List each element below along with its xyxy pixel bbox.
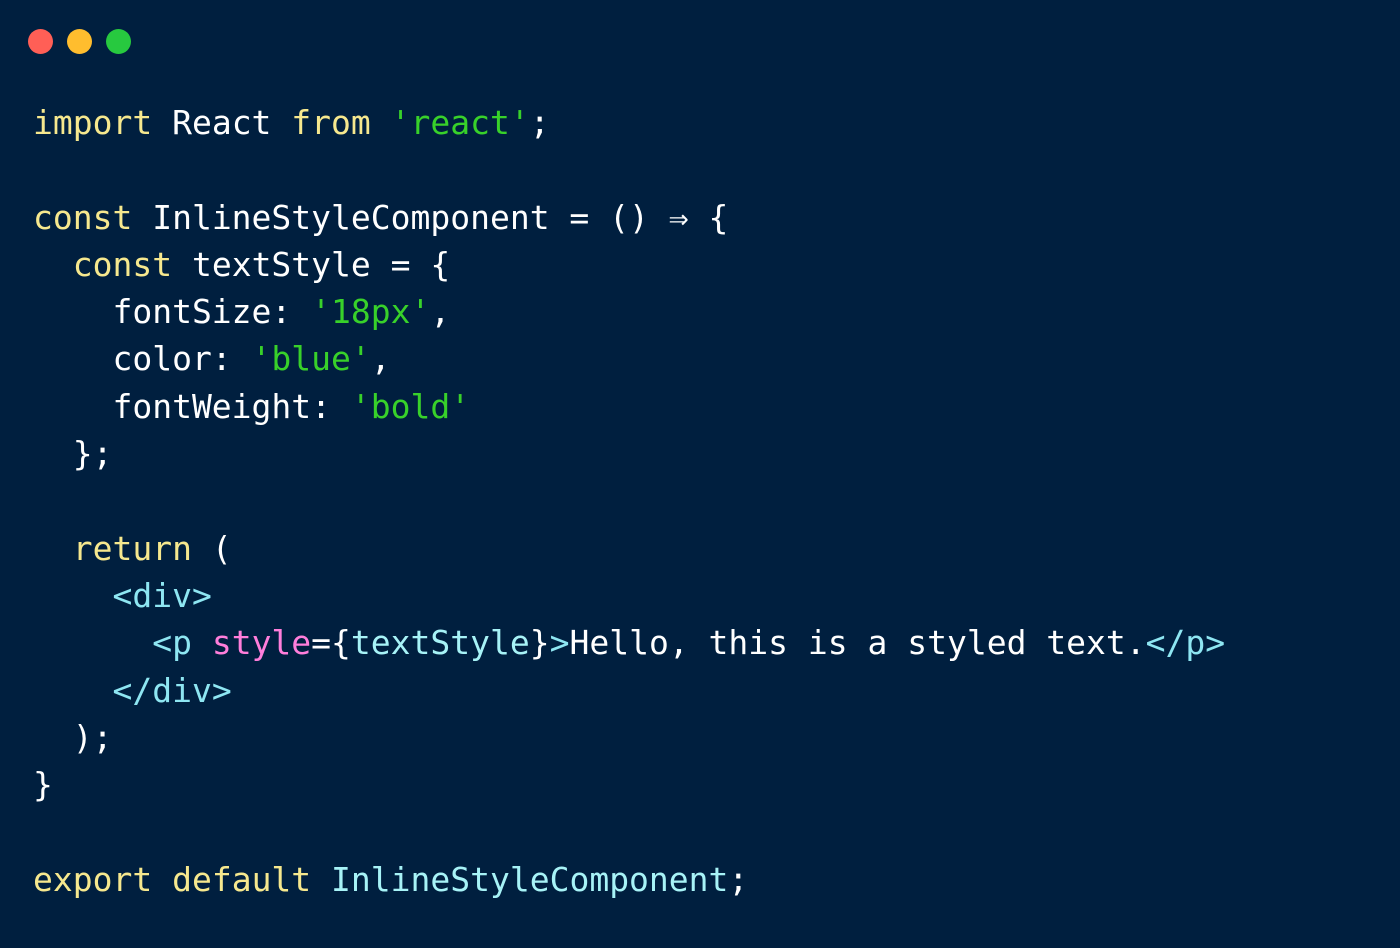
code-token-tag: > (549, 623, 570, 663)
code-line: const textStyle = { (33, 241, 1225, 288)
code-token-keyword: const (33, 197, 133, 237)
code-token-string: '18px' (311, 292, 431, 332)
code-token-tag: </div> (112, 670, 232, 710)
code-token-keyword: from (291, 103, 371, 142)
code-token-plain: } (529, 623, 550, 663)
code-block: import React from 'react';​const InlineS… (33, 99, 1225, 903)
code-token-tag: <div> (112, 575, 212, 615)
code-token-keyword: export (33, 859, 153, 899)
code-token-string: 'react' (390, 103, 530, 142)
code-token-plain: ; (728, 859, 749, 899)
code-token-plain: , (370, 339, 391, 379)
close-button[interactable] (28, 29, 53, 54)
code-line: fontSize: '18px', (33, 288, 1225, 335)
code-token-plain: color: (33, 339, 252, 379)
code-line: return ( (33, 525, 1225, 572)
code-line: <div> (33, 572, 1225, 619)
code-token-keyword: const (72, 244, 173, 284)
code-token-plain: ={ (311, 623, 351, 663)
code-token-keyword: default (172, 859, 312, 899)
code-line: } (33, 761, 1225, 808)
code-token-identifier: textStyle (350, 623, 530, 663)
code-token-identifier: InlineStyleComponent (331, 859, 729, 899)
code-token-plain: InlineStyleComponent = () ⇒ { (132, 197, 729, 237)
window-controls (28, 29, 131, 54)
code-window: import React from 'react';​const InlineS… (0, 0, 1400, 948)
code-token-plain: ( (191, 528, 232, 568)
code-line: ​ (33, 808, 1225, 855)
code-token-plain: Hello, this is a styled text. (569, 623, 1146, 663)
code-line: color: 'blue', (33, 335, 1225, 382)
maximize-button[interactable] (106, 29, 131, 54)
code-token-attribute: style (211, 623, 312, 663)
code-line: </div> (33, 667, 1225, 714)
code-token-plain: textStyle = { (172, 244, 451, 284)
code-token-plain: } (33, 765, 53, 805)
code-token-string: 'blue' (251, 339, 371, 379)
code-token-tag: </p> (1145, 623, 1226, 663)
code-line: fontWeight: 'bold' (33, 383, 1225, 430)
code-line: }; (33, 430, 1225, 477)
code-token-plain: ); (33, 717, 113, 757)
code-token-plain: ; (529, 103, 550, 142)
code-token-keyword: import (33, 103, 153, 142)
code-token-plain: fontSize: (33, 292, 312, 332)
code-token-plain: , (430, 292, 451, 332)
code-token-tag: <p (152, 623, 212, 663)
code-line: export default InlineStyleComponent; (33, 856, 1225, 903)
code-token-keyword: return (72, 528, 192, 568)
code-line: ​ (33, 146, 1225, 193)
code-token-plain: fontWeight: (33, 386, 351, 426)
code-line: ​ (33, 477, 1225, 524)
code-token-plain: }; (33, 434, 113, 474)
code-line: import React from 'react'; (33, 99, 1225, 146)
minimize-button[interactable] (67, 29, 92, 54)
code-line: const InlineStyleComponent = () ⇒ { (33, 194, 1225, 241)
code-token-plain: React (152, 103, 292, 142)
code-line: ); (33, 714, 1225, 761)
code-token-string: 'bold' (350, 386, 471, 426)
code-line: <p style={textStyle}>Hello, this is a st… (33, 619, 1225, 666)
